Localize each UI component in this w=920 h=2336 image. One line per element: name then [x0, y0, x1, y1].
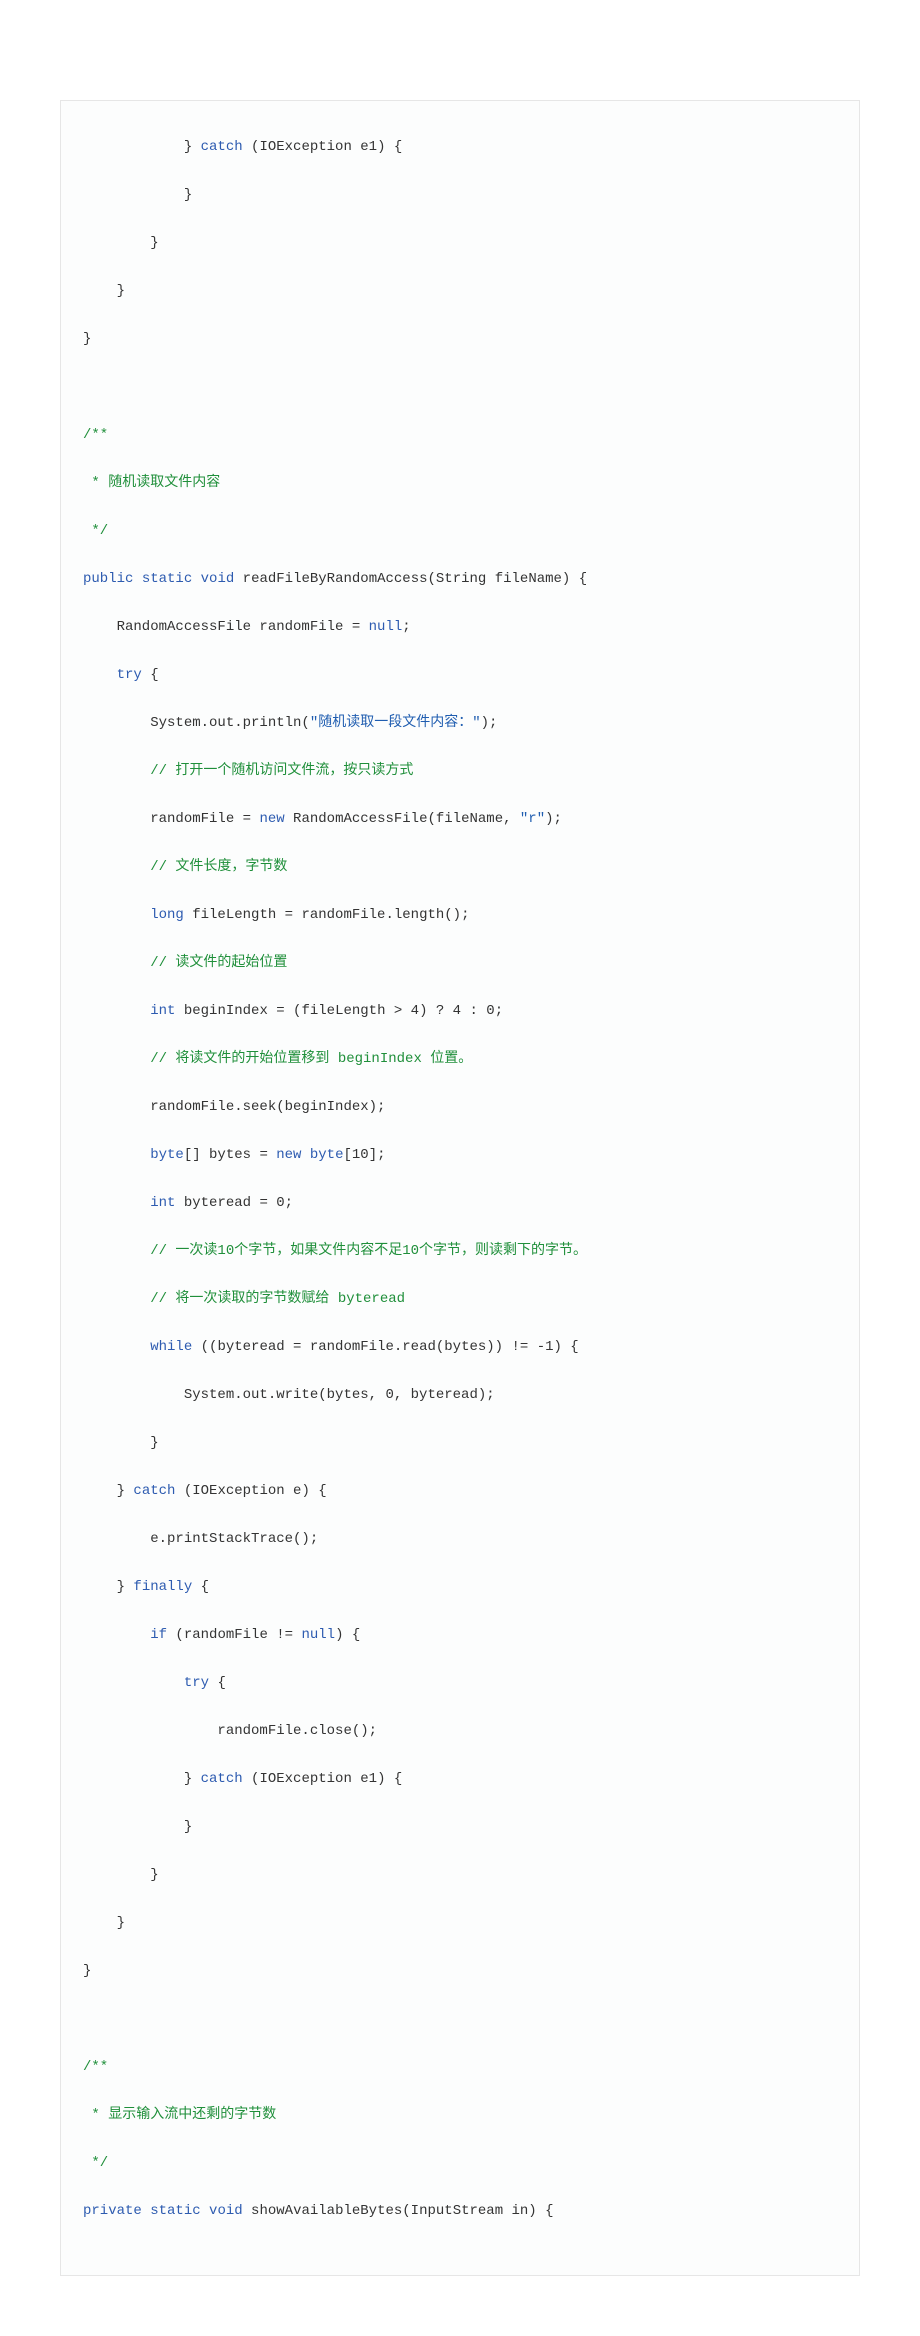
code-line: randomFile.seek(beginIndex);: [61, 1095, 859, 1119]
code-line: public static void readFileByRandomAcces…: [61, 567, 859, 591]
code-line: private static void showAvailableBytes(I…: [61, 2199, 859, 2223]
code-line: System.out.println("随机读取一段文件内容：");: [61, 711, 859, 735]
code-line: int beginIndex = (fileLength > 4) ? 4 : …: [61, 999, 859, 1023]
code-line: int byteread = 0;: [61, 1191, 859, 1215]
code-line: randomFile.close();: [61, 1719, 859, 1743]
code-line: // 文件长度，字节数: [61, 855, 859, 879]
code-line: // 读文件的起始位置: [61, 951, 859, 975]
code-line: } catch (IOException e1) {: [61, 135, 859, 159]
code-line: byte[] bytes = new byte[10];: [61, 1143, 859, 1167]
code-line: e.printStackTrace();: [61, 1527, 859, 1551]
code-line: // 打开一个随机访问文件流，按只读方式: [61, 759, 859, 783]
code-line: // 将读文件的开始位置移到 beginIndex 位置。: [61, 1047, 859, 1071]
code-line: long fileLength = randomFile.length();: [61, 903, 859, 927]
code-line: /**: [61, 423, 859, 447]
code-line: }: [61, 1431, 859, 1455]
code-line: }: [61, 1911, 859, 1935]
code-line: System.out.write(bytes, 0, byteread);: [61, 1383, 859, 1407]
code-line: if (randomFile != null) {: [61, 1623, 859, 1647]
code-line: RandomAccessFile randomFile = null;: [61, 615, 859, 639]
code-line: } finally {: [61, 1575, 859, 1599]
code-line: */: [61, 519, 859, 543]
code-line: } catch (IOException e1) {: [61, 1767, 859, 1791]
code-line: // 一次读10个字节，如果文件内容不足10个字节，则读剩下的字节。: [61, 1239, 859, 1263]
code-line: }: [61, 231, 859, 255]
code-line: }: [61, 183, 859, 207]
code-line: * 显示输入流中还剩的字节数: [61, 2103, 859, 2127]
code-line: }: [61, 1863, 859, 1887]
code-line: */: [61, 2151, 859, 2175]
code-line: }: [61, 279, 859, 303]
code-line: } catch (IOException e) {: [61, 1479, 859, 1503]
code-line: * 随机读取文件内容: [61, 471, 859, 495]
code-line: while ((byteread = randomFile.read(bytes…: [61, 1335, 859, 1359]
code-line: }: [61, 1959, 859, 1983]
code-line: }: [61, 1815, 859, 1839]
code-line: try {: [61, 1671, 859, 1695]
code-line: randomFile = new RandomAccessFile(fileNa…: [61, 807, 859, 831]
code-line: }: [61, 327, 859, 351]
code-line: try {: [61, 663, 859, 687]
code-line: [61, 375, 859, 399]
code-line: // 将一次读取的字节数赋给 byteread: [61, 1287, 859, 1311]
code-block: } catch (IOException e1) { } } } } /** *…: [60, 100, 860, 2276]
code-line: [61, 2007, 859, 2031]
code-line: /**: [61, 2055, 859, 2079]
